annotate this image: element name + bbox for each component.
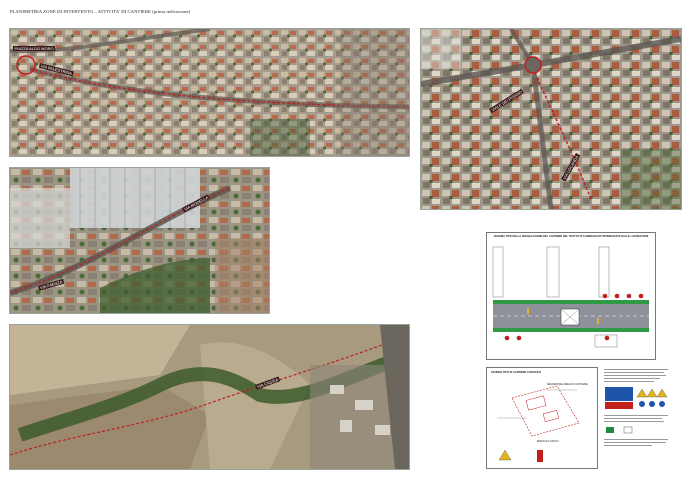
street-label-piazza: PIAZZA ALDO MORO xyxy=(13,46,56,51)
notes-column xyxy=(602,367,680,467)
aerial-map-2-image xyxy=(421,29,681,209)
aerial-map-3-image xyxy=(10,168,269,313)
logistic-legend: RECINZIONE AREA DI CANTIERE xyxy=(547,383,588,386)
logistic-schema: SCHEMA TIPO DI CANTIERE LOGISTICO RECINZ… xyxy=(486,367,598,469)
page-title: PLANIMETRIA ZONE DI INTERVENTO – ATTIVIT… xyxy=(10,9,191,14)
notes-graphics xyxy=(604,369,668,446)
signage-schema: SCHEMA TIPO DELLA SEGNALAZIONE DEL CANTI… xyxy=(486,232,656,360)
aerial-map-4-image xyxy=(10,325,409,469)
aerial-map-1: PIAZZA ALDO MORO VIA PALESTRINA xyxy=(9,28,410,157)
aerial-map-1-image xyxy=(10,29,409,156)
logistic-box-label: BARACCA UFFICI xyxy=(537,440,559,443)
signage-schema-drawing xyxy=(492,246,649,348)
aerial-map-4: VIA CASSIA xyxy=(9,324,410,470)
aerial-map-2: VIALE DEI PISANO VIA LOCANDA xyxy=(420,28,682,210)
aerial-map-3: VIA MODELLA VIA FAENZA xyxy=(9,167,270,314)
